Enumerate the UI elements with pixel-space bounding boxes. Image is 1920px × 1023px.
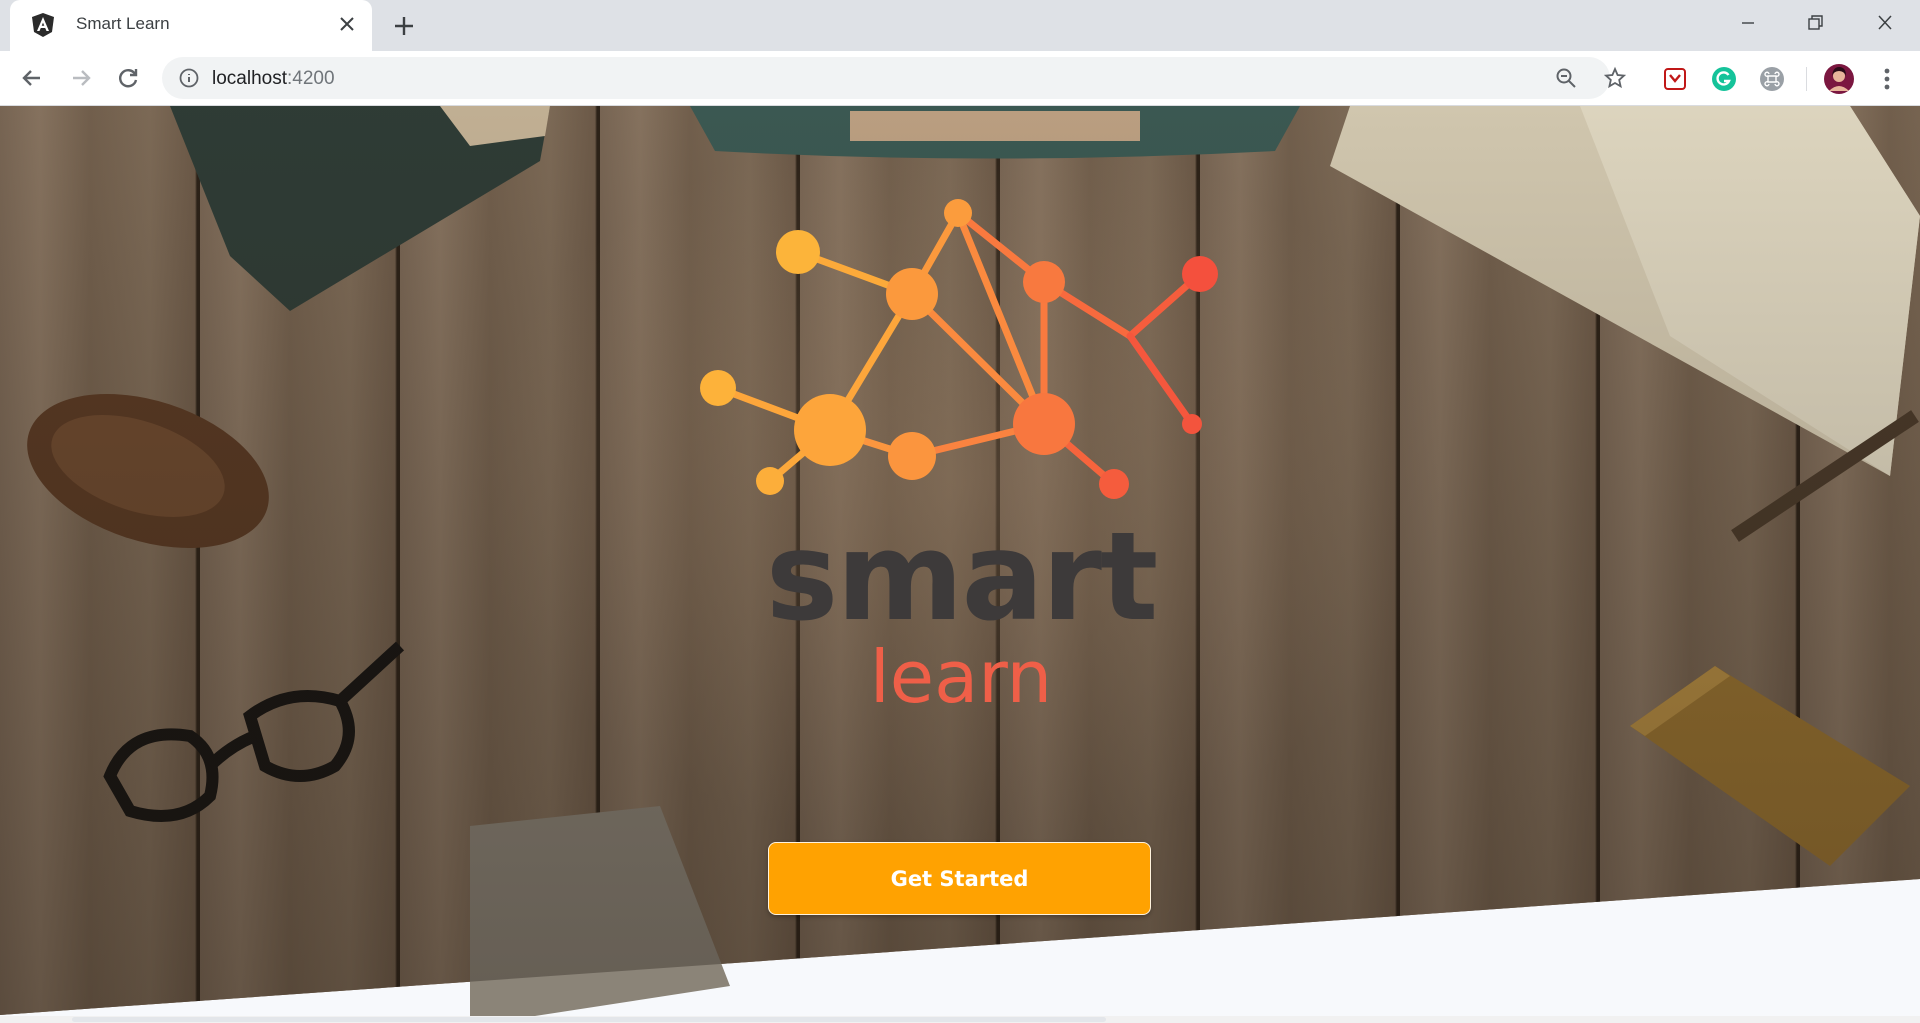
reload-icon[interactable]	[114, 64, 142, 92]
mcafee-extension-icon[interactable]	[1662, 66, 1688, 92]
brand-wordmark-smart: smart	[765, 506, 1159, 648]
close-tab-icon[interactable]	[336, 13, 358, 35]
address-bar[interactable]: localhost:4200	[162, 57, 1627, 99]
browser-toolbar: localhost:4200	[0, 51, 1920, 106]
close-window-icon[interactable]	[1870, 10, 1900, 36]
scrollbar-thumb[interactable]	[72, 1017, 1106, 1022]
angular-logo-icon	[32, 13, 54, 37]
restore-icon[interactable]	[1800, 10, 1830, 36]
info-icon[interactable]	[178, 67, 200, 89]
tab-strip: Smart Learn	[0, 0, 1920, 51]
page-viewport: smart learn Get Started	[0, 106, 1920, 1023]
grammarly-extension-icon[interactable]	[1711, 66, 1737, 92]
minimize-icon[interactable]	[1733, 10, 1763, 36]
avatar[interactable]	[1823, 63, 1855, 95]
browser-tab[interactable]: Smart Learn	[10, 0, 372, 51]
arrow-left-icon[interactable]	[18, 64, 46, 92]
brand-wordmark-learn: learn	[869, 635, 1053, 719]
new-tab-icon[interactable]	[390, 12, 418, 40]
arrow-right-icon[interactable]	[67, 64, 95, 92]
star-icon[interactable]	[1603, 66, 1627, 90]
url-host: localhost	[212, 68, 287, 89]
command-extension-icon[interactable]	[1759, 66, 1785, 92]
kebab-menu-icon[interactable]	[1874, 64, 1900, 94]
get-started-button[interactable]: Get Started	[768, 842, 1151, 915]
zoom-out-icon[interactable]	[1554, 66, 1578, 90]
tab-title: Smart Learn	[76, 14, 170, 33]
url-port: :4200	[287, 68, 335, 89]
toolbar-divider	[1806, 67, 1807, 91]
url-text[interactable]: localhost:4200	[212, 68, 335, 90]
